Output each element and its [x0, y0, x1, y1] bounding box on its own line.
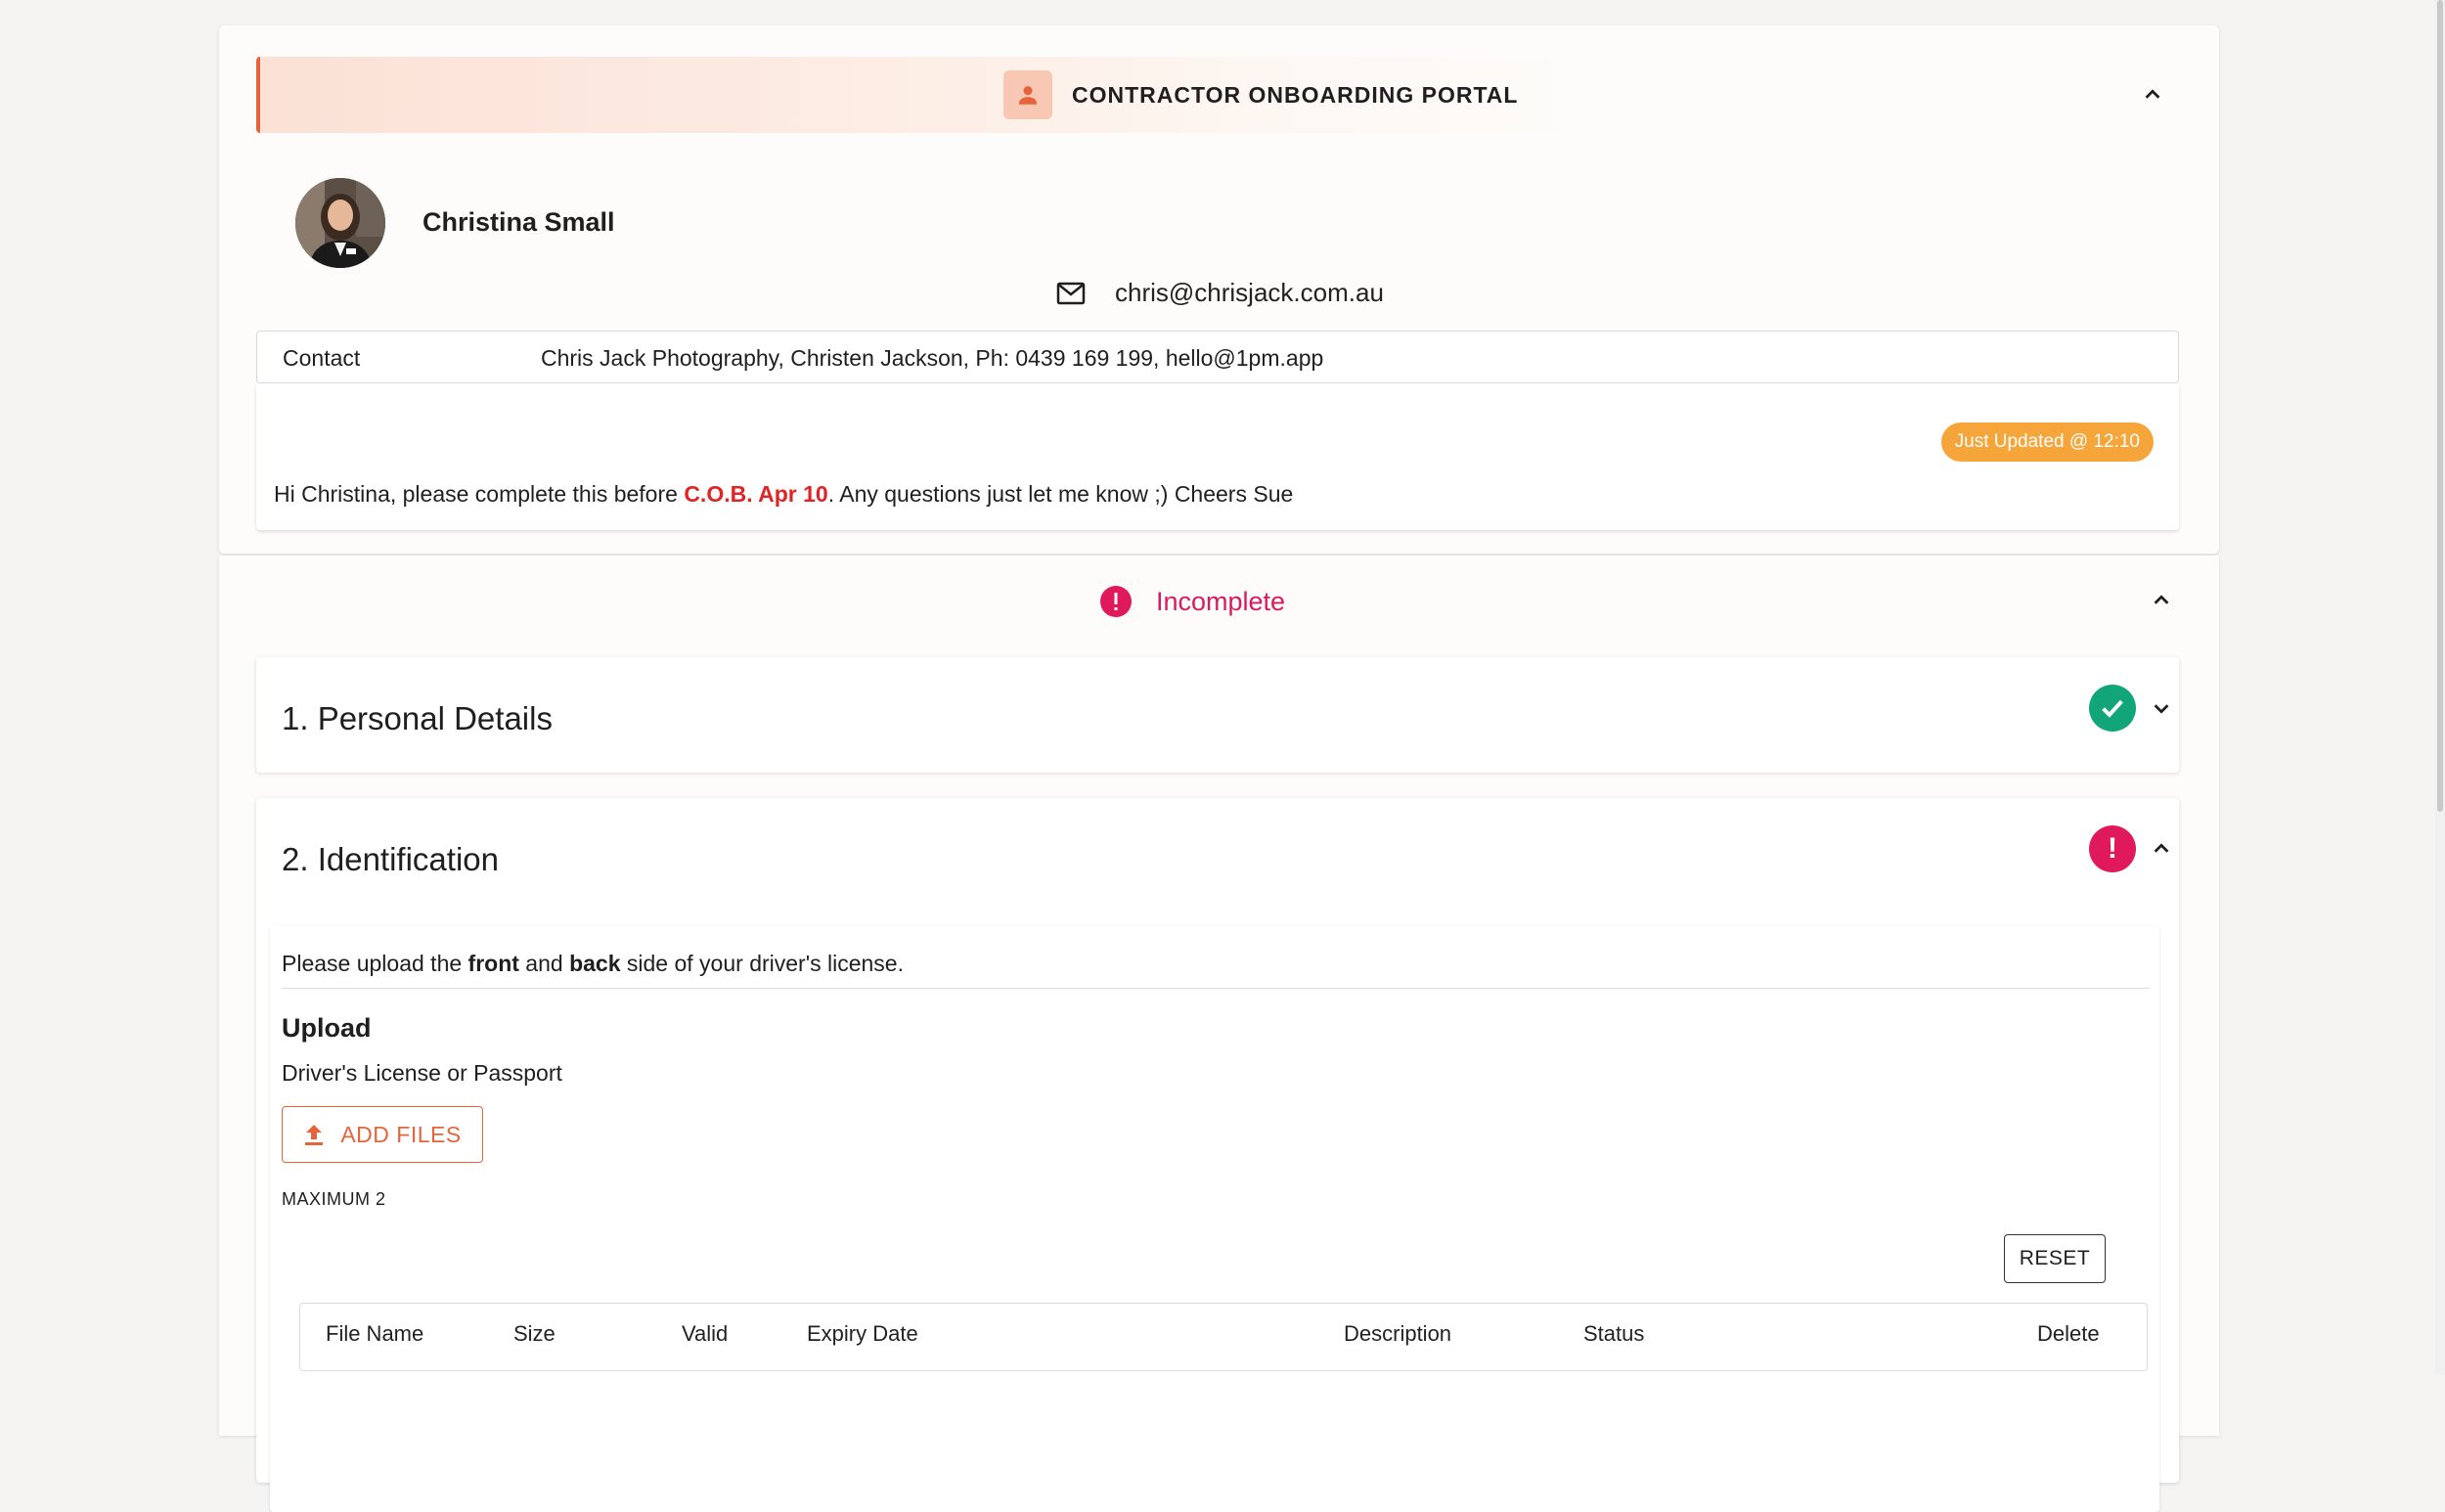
- message-panel: Just Updated @ 12:10 Hi Christina, pleas…: [256, 383, 2179, 530]
- upload-instructions: Please upload the front and back side of…: [282, 951, 904, 976]
- person-icon: [1003, 70, 1052, 119]
- section-identification[interactable]: 2. Identification ! Please upload the fr…: [256, 798, 2179, 1512]
- checklist-card: Incomplete 1. Personal Details 2. Identi…: [219, 556, 2219, 1512]
- portal-title: CONTRACTOR ONBOARDING PORTAL: [1072, 82, 1519, 108]
- upload-subtitle: Driver's License or Passport: [282, 1060, 562, 1086]
- contact-label: Contact: [283, 345, 361, 371]
- column-header[interactable]: Size: [513, 1321, 556, 1347]
- add-files-button[interactable]: ADD FILES: [282, 1106, 483, 1163]
- page-scrollbar[interactable]: [2435, 0, 2445, 1375]
- chevron-up-icon: [2145, 89, 2160, 99]
- chevron-down-icon: [2154, 704, 2169, 714]
- chevron-up-icon: [2154, 843, 2169, 853]
- onboarding-card: CONTRACTOR ONBOARDING PORTAL Christina S…: [219, 25, 2219, 554]
- collapse-section-button[interactable]: [2147, 834, 2176, 864]
- max-files-note: MAXIMUM 2: [282, 1189, 386, 1209]
- collapse-header-button[interactable]: [2138, 80, 2167, 110]
- upload-icon: [305, 1125, 324, 1145]
- status-badge: Just Updated @ 12:10: [1940, 422, 2154, 462]
- mail-icon: [1056, 282, 1086, 304]
- column-header[interactable]: Description: [1344, 1321, 1451, 1347]
- column-header[interactable]: Valid: [682, 1321, 728, 1347]
- files-table: File Name Size Valid Expiry Date Descrip…: [299, 1303, 2148, 1371]
- section-personal-details[interactable]: 1. Personal Details: [256, 657, 2179, 773]
- email-address[interactable]: chris@chrisjack.com.au: [1115, 278, 1384, 308]
- contact-value: Chris Jack Photography, Christen Jackson…: [541, 345, 1324, 371]
- error-icon: !: [2089, 825, 2136, 872]
- upload-heading: Upload: [282, 1013, 372, 1043]
- column-header[interactable]: Delete: [2037, 1321, 2100, 1347]
- section-title: 1. Personal Details: [282, 700, 553, 736]
- portal-header: CONTRACTOR ONBOARDING PORTAL: [256, 57, 2179, 133]
- divider: [282, 988, 2150, 989]
- reset-button[interactable]: RESET: [2004, 1234, 2106, 1283]
- upload-panel: Please upload the front and back side of…: [270, 925, 2159, 1512]
- scrollbar-thumb[interactable]: [2437, 0, 2443, 812]
- person-name: Christina Small: [422, 207, 615, 237]
- error-icon: [1100, 586, 1132, 617]
- contact-row: Contact Chris Jack Photography, Christen…: [256, 331, 2179, 383]
- message-suffix: . Any questions just let me know ;) Chee…: [827, 481, 1294, 507]
- status-text: Incomplete: [1156, 586, 1286, 616]
- email-row: chris@chrisjack.com.au: [1056, 278, 1384, 308]
- message-prefix: Hi Christina, please complete this befor…: [274, 481, 685, 507]
- column-header[interactable]: Status: [1583, 1321, 1644, 1347]
- column-header[interactable]: Expiry Date: [807, 1321, 918, 1347]
- message-text: Hi Christina, please complete this befor…: [274, 481, 1293, 508]
- completion-status: Incomplete: [1099, 585, 1285, 618]
- section-title: 2. Identification: [282, 841, 499, 877]
- collapse-status-button[interactable]: [2147, 586, 2176, 615]
- column-header[interactable]: File Name: [326, 1321, 423, 1347]
- add-files-label: ADD FILES: [340, 1121, 462, 1147]
- avatar: [295, 178, 385, 268]
- chevron-up-icon: [2154, 595, 2169, 604]
- deadline-highlight: C.O.B. Apr 10: [684, 481, 828, 507]
- expand-section-button[interactable]: [2147, 693, 2176, 723]
- check-icon: [2089, 685, 2136, 732]
